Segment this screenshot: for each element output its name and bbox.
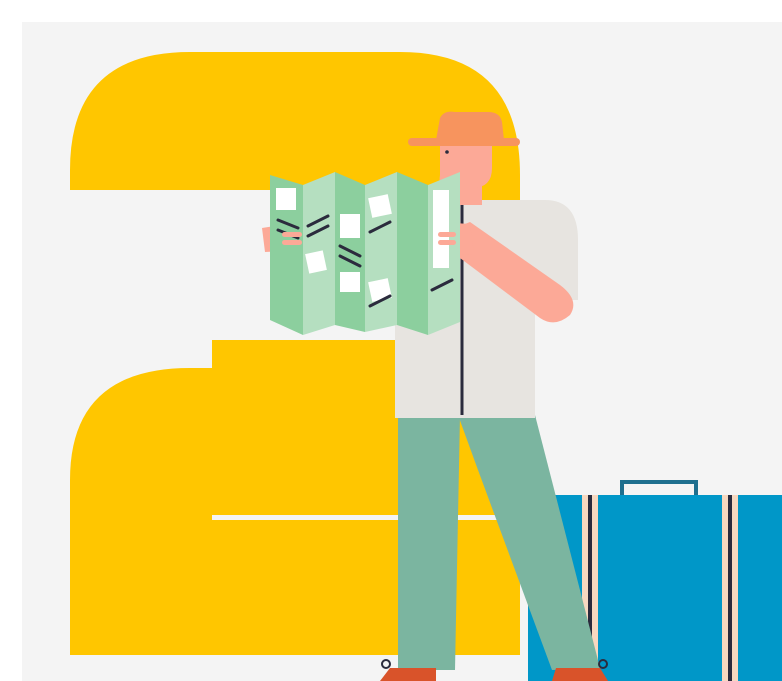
left-leg (398, 415, 460, 670)
illustration-canvas (0, 0, 782, 681)
right-shoe (552, 668, 608, 681)
travel-illustration (0, 0, 782, 681)
folded-map-icon (270, 172, 460, 335)
eye (445, 150, 449, 154)
